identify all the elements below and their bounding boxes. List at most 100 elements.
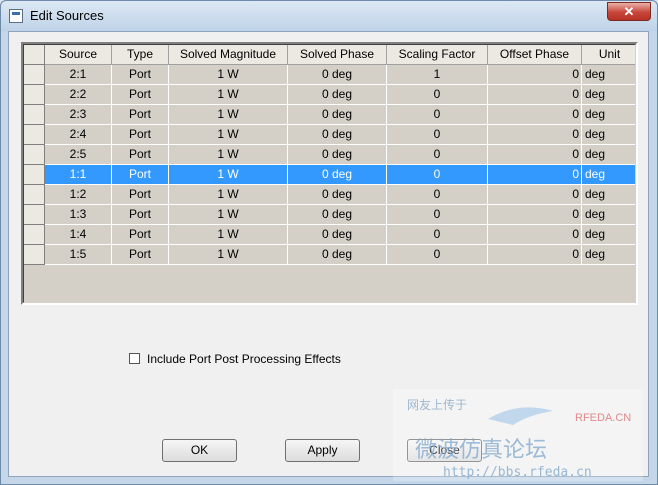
grid-row[interactable]: 1:2 Port 1 W0 deg 0 0 deg <box>24 185 635 205</box>
cell-solved-magnitude[interactable]: 1 W <box>169 85 288 105</box>
cell-solved-magnitude[interactable]: 1 W <box>169 125 288 145</box>
cell-solved-magnitude[interactable]: 1 W <box>169 145 288 165</box>
cell-solved-phase[interactable]: 0 deg <box>288 85 387 105</box>
cell-solved-phase[interactable]: 0 deg <box>288 205 387 225</box>
cell-offset-phase[interactable]: 0 <box>488 165 582 185</box>
cell-offset-phase[interactable]: 0 <box>488 105 582 125</box>
cell-offset-phase[interactable]: 0 <box>488 185 582 205</box>
grid-row[interactable]: 1:3 Port 1 W0 deg 0 0 deg <box>24 205 635 225</box>
column-header-unit[interactable]: Unit <box>582 45 635 65</box>
cell-type[interactable]: Port <box>112 185 169 205</box>
cell-type[interactable]: Port <box>112 165 169 185</box>
apply-button[interactable]: Apply <box>285 439 360 462</box>
row-header[interactable] <box>24 225 45 245</box>
cell-type[interactable]: Port <box>112 65 169 85</box>
row-header[interactable] <box>24 245 45 265</box>
cell-solved-phase[interactable]: 0 deg <box>288 165 387 185</box>
row-header[interactable] <box>24 105 45 125</box>
grid-row[interactable]: 2:1 Port 1 W0 deg 1 0 deg <box>24 65 635 85</box>
cell-solved-phase[interactable]: 0 deg <box>288 65 387 85</box>
cell-solved-magnitude[interactable]: 1 W <box>169 105 288 125</box>
cell-source[interactable]: 2:5 <box>45 145 112 165</box>
column-header-scaling-factor[interactable]: Scaling Factor <box>387 45 488 65</box>
cell-solved-phase[interactable]: 0 deg <box>288 145 387 165</box>
cell-type[interactable]: Port <box>112 145 169 165</box>
row-header[interactable] <box>24 125 45 145</box>
cell-type[interactable]: Port <box>112 85 169 105</box>
row-header[interactable] <box>24 65 45 85</box>
cell-scaling-factor[interactable]: 0 <box>387 245 488 265</box>
cell-offset-phase[interactable]: 0 <box>488 85 582 105</box>
cell-offset-phase[interactable]: 0 <box>488 125 582 145</box>
cell-solved-magnitude[interactable]: 1 W <box>169 165 288 185</box>
grid-corner-cell[interactable] <box>24 45 45 65</box>
grid-row[interactable]: 2:3 Port 1 W0 deg 0 0 deg <box>24 105 635 125</box>
cell-offset-phase[interactable]: 0 <box>488 65 582 85</box>
grid-row[interactable]: 2:4 Port 1 W0 deg 0 0 deg <box>24 125 635 145</box>
grid-row[interactable]: 2:2 Port 1 W0 deg 0 0 deg <box>24 85 635 105</box>
cell-scaling-factor[interactable]: 1 <box>387 65 488 85</box>
cell-solved-phase[interactable]: 0 deg <box>288 125 387 145</box>
cell-solved-phase[interactable]: 0 deg <box>288 185 387 205</box>
cell-offset-phase[interactable]: 0 <box>488 245 582 265</box>
cell-scaling-factor[interactable]: 0 <box>387 85 488 105</box>
cell-scaling-factor[interactable]: 0 <box>387 185 488 205</box>
column-header-source[interactable]: Source <box>45 45 112 65</box>
row-header[interactable] <box>24 165 45 185</box>
window-close-button[interactable]: ✕ <box>607 2 651 21</box>
cell-unit[interactable]: deg <box>582 165 635 185</box>
cell-unit[interactable]: deg <box>582 245 635 265</box>
cell-source[interactable]: 2:2 <box>45 85 112 105</box>
cell-unit[interactable]: deg <box>582 105 635 125</box>
cell-unit[interactable]: deg <box>582 205 635 225</box>
cell-unit[interactable]: deg <box>582 85 635 105</box>
grid-row[interactable]: 1:1 Port 1 W0 deg 0 0 deg <box>24 165 635 185</box>
cell-source[interactable]: 2:1 <box>45 65 112 85</box>
row-header[interactable] <box>24 145 45 165</box>
cell-solved-phase[interactable]: 0 deg <box>288 105 387 125</box>
cell-scaling-factor[interactable]: 0 <box>387 105 488 125</box>
cell-offset-phase[interactable]: 0 <box>488 145 582 165</box>
cell-solved-magnitude[interactable]: 1 W <box>169 225 288 245</box>
grid-row[interactable]: 1:5 Port 1 W0 deg 0 0 deg <box>24 245 635 265</box>
cell-solved-magnitude[interactable]: 1 W <box>169 205 288 225</box>
column-header-solved-phase[interactable]: Solved Phase <box>288 45 387 65</box>
ok-button[interactable]: OK <box>162 439 237 462</box>
cell-source[interactable]: 2:3 <box>45 105 112 125</box>
cell-solved-magnitude[interactable]: 1 W <box>169 185 288 205</box>
close-button[interactable]: Close <box>407 439 482 462</box>
column-header-offset-phase[interactable]: Offset Phase <box>488 45 582 65</box>
grid-row[interactable]: 1:4 Port 1 W0 deg 0 0 deg <box>24 225 635 245</box>
cell-solved-magnitude[interactable]: 1 W <box>169 65 288 85</box>
column-header-solved-magnitude[interactable]: Solved Magnitude <box>169 45 288 65</box>
row-header[interactable] <box>24 185 45 205</box>
cell-offset-phase[interactable]: 0 <box>488 225 582 245</box>
cell-source[interactable]: 1:2 <box>45 185 112 205</box>
cell-unit[interactable]: deg <box>582 145 635 165</box>
cell-source[interactable]: 1:4 <box>45 225 112 245</box>
cell-scaling-factor[interactable]: 0 <box>387 125 488 145</box>
row-header[interactable] <box>24 205 45 225</box>
grid-row[interactable]: 2:5 Port 1 W0 deg 0 0 deg <box>24 145 635 165</box>
cell-solved-phase[interactable]: 0 deg <box>288 245 387 265</box>
cell-source[interactable]: 1:1 <box>45 165 112 185</box>
cell-scaling-factor[interactable]: 0 <box>387 145 488 165</box>
cell-source[interactable]: 1:5 <box>45 245 112 265</box>
row-header[interactable] <box>24 85 45 105</box>
cell-offset-phase[interactable]: 0 <box>488 205 582 225</box>
column-header-type[interactable]: Type <box>112 45 169 65</box>
title-bar[interactable]: Edit Sources ✕ <box>1 1 657 31</box>
cell-unit[interactable]: deg <box>582 65 635 85</box>
cell-type[interactable]: Port <box>112 245 169 265</box>
cell-source[interactable]: 1:3 <box>45 205 112 225</box>
cell-solved-magnitude[interactable]: 1 W <box>169 245 288 265</box>
cell-type[interactable]: Port <box>112 225 169 245</box>
cell-scaling-factor[interactable]: 0 <box>387 205 488 225</box>
cell-unit[interactable]: deg <box>582 185 635 205</box>
cell-unit[interactable]: deg <box>582 225 635 245</box>
cell-type[interactable]: Port <box>112 105 169 125</box>
cell-source[interactable]: 2:4 <box>45 125 112 145</box>
cell-solved-phase[interactable]: 0 deg <box>288 225 387 245</box>
include-post-processing-checkbox[interactable] <box>129 353 140 364</box>
cell-unit[interactable]: deg <box>582 125 635 145</box>
